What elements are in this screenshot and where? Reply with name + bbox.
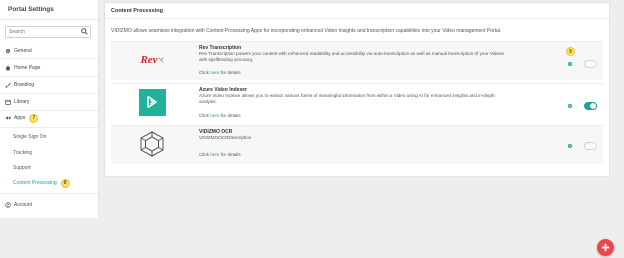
content-processing-panel: Content Processing VIDIZMO allows seamle… <box>104 2 610 177</box>
sidebar-search-input[interactable] <box>5 26 91 38</box>
brush-icon <box>5 82 11 88</box>
app-details-text: Click here for details <box>199 113 241 118</box>
sidebar-item-branding[interactable]: Branding <box>0 79 98 91</box>
apps-icon <box>5 116 11 120</box>
gear-icon[interactable] <box>567 143 573 149</box>
search-icon[interactable] <box>81 28 88 35</box>
sidebar-item-label: Library <box>14 99 30 105</box>
sidebar-item-label: Account <box>14 202 33 208</box>
gear-icon[interactable] <box>567 103 573 109</box>
app-description: VIDIZMOOCRDescription <box>199 135 252 140</box>
ocr-cube-icon <box>140 131 164 157</box>
sidebar-item-general[interactable]: General <box>0 45 98 57</box>
rev-transcription-toggle[interactable] <box>584 60 597 68</box>
azure-video-indexer-toggle[interactable] <box>584 102 597 110</box>
sidebar-item-label: Support <box>13 165 31 171</box>
app-description: Azure Video Indexer allows you to extrac… <box>199 93 495 104</box>
rev-step-badge: 9 <box>566 47 575 56</box>
user-icon <box>5 202 11 208</box>
gear-icon[interactable] <box>567 61 573 67</box>
play-icon <box>147 95 157 109</box>
gear-icon <box>5 48 11 54</box>
sidebar-divider <box>0 193 98 194</box>
sidebar-item-account[interactable]: Account <box>0 199 98 211</box>
details-prefix: Click <box>199 113 211 118</box>
details-prefix: Click <box>199 152 211 157</box>
toggle-knob <box>585 143 591 149</box>
details-prefix: Click <box>199 70 211 75</box>
sidebar-item-content-processing[interactable]: Content Processing 8 <box>0 177 98 189</box>
app-description: Rev Transcription powers your content wi… <box>199 51 504 62</box>
rev-logo-mark <box>157 57 164 63</box>
title-divider <box>105 18 609 19</box>
add-button[interactable] <box>597 239 614 256</box>
sidebar-item-support[interactable]: Support <box>0 162 98 174</box>
toggle-knob <box>590 103 596 109</box>
card-divider <box>111 83 603 84</box>
sidebar-item-apps[interactable]: Apps 7 <box>0 112 98 124</box>
app-details-text: Click here for details <box>199 152 241 157</box>
sidebar-divider <box>0 127 98 128</box>
sidebar-title: Portal Settings <box>8 6 54 13</box>
app-card-azure-video-indexer: Azure Video Indexer Azure Video Indexer … <box>111 83 603 122</box>
page-title: Content Processing <box>111 8 163 14</box>
details-suffix: for details <box>219 152 241 157</box>
details-suffix: for details <box>219 113 241 118</box>
sidebar-divider <box>0 19 98 20</box>
page-description: VIDIZMO allows seamless integration with… <box>111 28 502 34</box>
rev-logo-text: Rev <box>140 54 158 66</box>
home-icon <box>5 65 11 71</box>
plus-icon <box>601 243 610 252</box>
vidizmo-ocr-logo <box>136 128 168 160</box>
sidebar-item-label: Home Page <box>14 65 41 71</box>
library-icon <box>5 99 11 105</box>
app-details-text: Click here for details <box>199 70 241 75</box>
sidebar-item-label: Branding <box>14 82 35 88</box>
card-divider <box>111 125 603 126</box>
sidebar-item-tracking[interactable]: Tracking <box>0 147 98 159</box>
sidebar-item-label: Apps <box>14 115 26 121</box>
rev-logo: Rev <box>136 44 168 76</box>
portal-settings-sidebar: Portal Settings General Home Page Brandi… <box>0 0 99 218</box>
sidebar-item-label: Tracking <box>13 150 32 156</box>
sidebar-item-library[interactable]: Library <box>0 96 98 108</box>
sidebar-item-label: Content Processing <box>13 180 57 186</box>
sidebar-divider <box>0 58 98 59</box>
sidebar-divider <box>0 93 98 94</box>
card-divider <box>111 41 603 42</box>
sidebar-divider <box>0 110 98 111</box>
toggle-knob <box>585 61 591 67</box>
vidizmo-ocr-toggle[interactable] <box>584 142 597 150</box>
apps-step-badge: 7 <box>29 113 39 123</box>
azure-video-indexer-logo <box>136 86 168 118</box>
sidebar-item-home-page[interactable]: Home Page <box>0 62 98 74</box>
sidebar-item-label: Single Sign On <box>13 134 47 140</box>
azure-logo-tile <box>138 88 166 116</box>
app-card-vidizmo-ocr: VIDIZMO OCR VIDIZMOOCRDescription Click … <box>111 125 603 164</box>
sidebar-divider <box>0 76 98 77</box>
content-processing-step-badge: 8 <box>60 178 70 188</box>
app-card-rev-transcription: Rev Rev Transcription Rev Transcription … <box>111 41 603 80</box>
sidebar-item-label: General <box>14 48 32 54</box>
details-suffix: for details <box>219 70 241 75</box>
sidebar-item-single-sign-on[interactable]: Single Sign On <box>0 131 98 143</box>
